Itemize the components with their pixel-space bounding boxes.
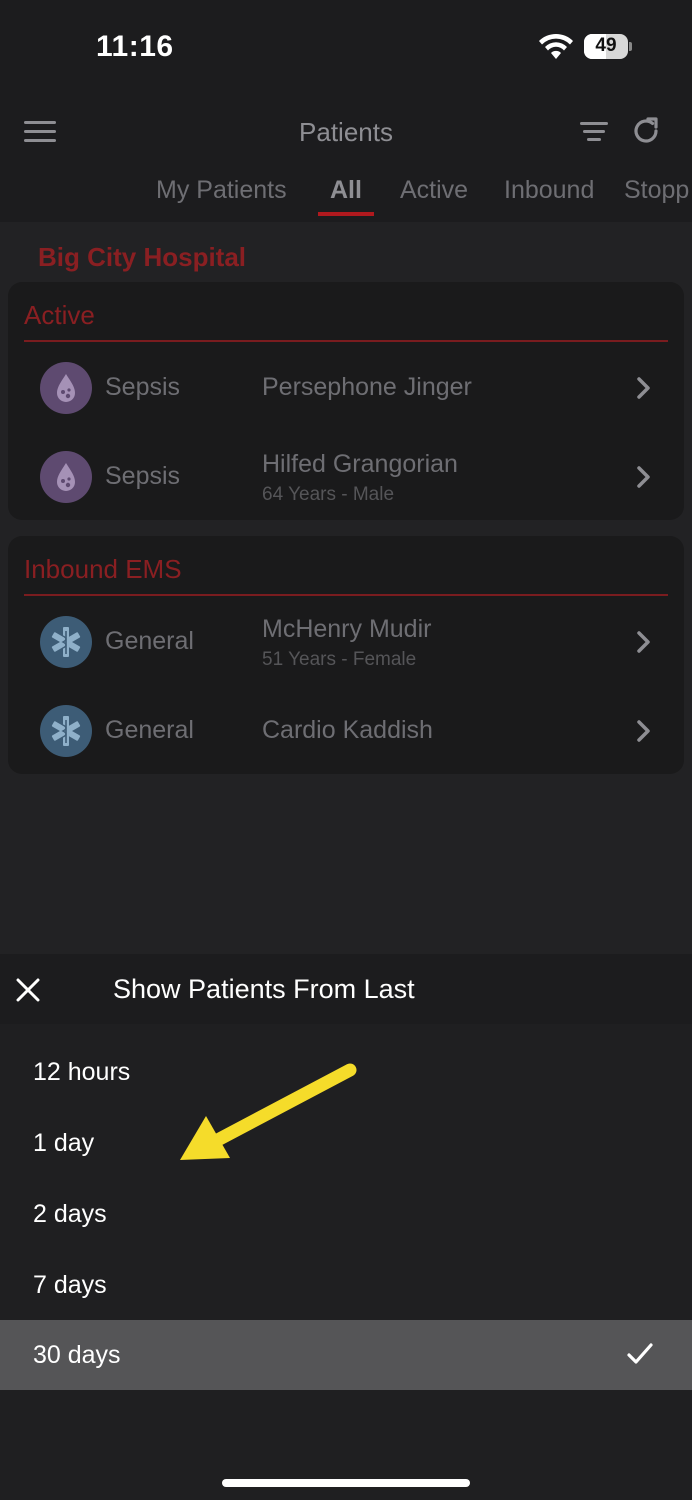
patient-tabs: My Patients All Active Inbound Stopp — [0, 170, 692, 222]
patient-row[interactable]: General Cardio Kaddish — [8, 686, 684, 776]
patient-detail: 64 Years - Male — [262, 484, 395, 505]
filter-icon[interactable] — [580, 122, 608, 142]
section-title: Inbound EMS — [24, 554, 182, 584]
sheet-title: Show Patients From Last — [113, 974, 415, 1004]
chevron-right-icon — [637, 377, 650, 399]
tab-inbound[interactable]: Inbound — [504, 176, 594, 205]
patient-name: Cardio Kaddish — [262, 716, 433, 744]
option-7-days[interactable]: 7 days — [0, 1250, 692, 1320]
patient-list: Big City Hospital Active Sepsis Persepho… — [0, 222, 692, 954]
option-label: 7 days — [33, 1271, 107, 1299]
patient-name: McHenry Mudir — [262, 615, 432, 643]
tab-stopped[interactable]: Stopp — [624, 176, 689, 205]
section-divider — [24, 594, 668, 596]
blood-drop-icon — [40, 362, 92, 414]
time-range-sheet: Show Patients From Last 12 hours 1 day 2… — [0, 954, 692, 1500]
star-of-life-icon — [40, 705, 92, 757]
section-card-active: Active Sepsis Persephone Jinger Sepsis H… — [8, 282, 684, 520]
tab-my-patients[interactable]: My Patients — [156, 176, 287, 205]
refresh-icon[interactable] — [630, 115, 662, 147]
blood-drop-icon — [40, 451, 92, 503]
option-label: 30 days — [33, 1341, 121, 1369]
battery-percent: 49 — [595, 35, 617, 56]
option-2-days[interactable]: 2 days — [0, 1179, 692, 1249]
section-card-inbound-ems: Inbound EMS General McHenry Mudir 51 Yea… — [8, 536, 684, 774]
patient-category: General — [105, 716, 194, 744]
option-1-day[interactable]: 1 day — [0, 1108, 692, 1178]
close-icon[interactable] — [16, 978, 40, 1002]
option-label: 1 day — [33, 1129, 95, 1157]
home-indicator — [222, 1479, 470, 1487]
option-label: 12 hours — [33, 1058, 131, 1086]
sheet-header: Show Patients From Last — [0, 954, 692, 1024]
hospital-name: Big City Hospital — [38, 242, 247, 272]
patient-category: General — [105, 627, 194, 655]
status-bar: 11:16 49 — [0, 0, 692, 95]
checkmark-icon — [627, 1343, 653, 1364]
section-title: Active — [24, 300, 95, 330]
patient-name: Hilfed Grangorian — [262, 450, 458, 478]
option-12-hours[interactable]: 12 hours — [0, 1037, 692, 1107]
status-time: 11:16 — [96, 30, 174, 63]
patient-row[interactable]: General McHenry Mudir 51 Years - Female — [8, 597, 684, 687]
patient-category: Sepsis — [105, 462, 181, 490]
patient-row[interactable]: Sepsis Hilfed Grangorian 64 Years - Male — [8, 432, 684, 522]
chevron-right-icon — [637, 466, 650, 488]
chevron-right-icon — [637, 720, 650, 742]
wifi-icon — [539, 33, 573, 59]
patient-detail: 51 Years - Female — [262, 649, 417, 670]
section-divider — [24, 340, 668, 342]
option-label: 2 days — [33, 1200, 107, 1228]
patient-name: Persephone Jinger — [262, 373, 472, 401]
option-30-days[interactable]: 30 days — [0, 1320, 692, 1390]
battery-icon: 49 — [584, 34, 632, 59]
tab-active[interactable]: Active — [400, 176, 468, 205]
star-of-life-icon — [40, 616, 92, 668]
chevron-right-icon — [637, 631, 650, 653]
nav-bar: Patients — [0, 95, 692, 170]
selected-tab-indicator — [318, 212, 374, 216]
patient-row[interactable]: Sepsis Persephone Jinger — [8, 343, 684, 433]
patient-category: Sepsis — [105, 373, 181, 401]
tab-all[interactable]: All — [330, 176, 362, 205]
